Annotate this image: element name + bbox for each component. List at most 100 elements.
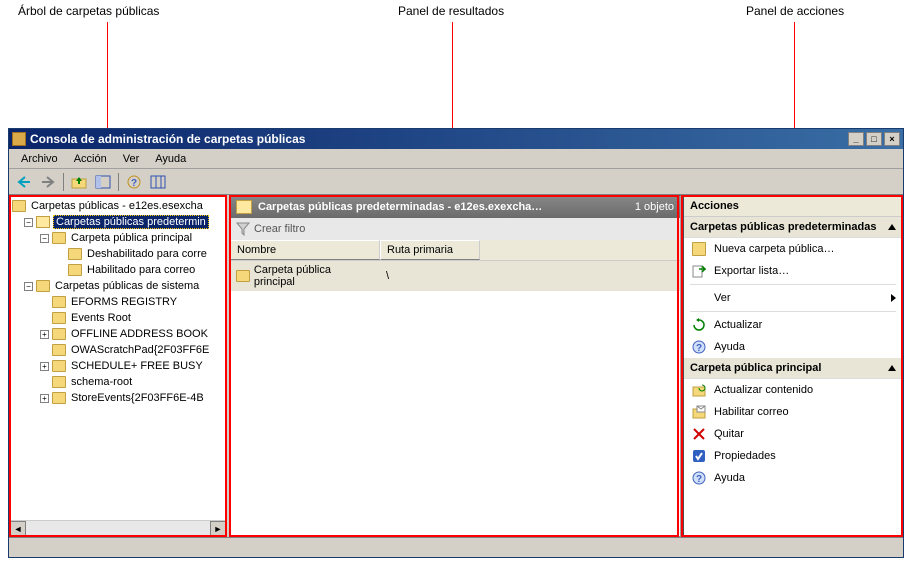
action-refresh-label: Actualizar <box>714 319 762 331</box>
new-folder-icon <box>692 242 706 256</box>
collapse-icon[interactable]: − <box>24 218 33 227</box>
properties-icon <box>692 449 706 463</box>
scroll-right-button[interactable]: ► <box>210 521 226 536</box>
result-row[interactable]: Carpeta pública principal \ <box>230 261 680 291</box>
forward-arrow-icon <box>41 176 55 188</box>
tree-oab[interactable]: + OFFLINE ADDRESS BOOK <box>12 326 224 342</box>
folder-icon <box>52 296 66 308</box>
filter-row[interactable]: Crear filtro <box>230 218 680 240</box>
tree-root-label: Carpetas públicas - e12es.esexcha <box>29 200 205 212</box>
toolbar: ? <box>9 169 903 195</box>
columns-button[interactable] <box>147 171 169 193</box>
menu-ayuda[interactable]: Ayuda <box>147 151 194 167</box>
tree-schedule[interactable]: + SCHEDULE+ FREE BUSY <box>12 358 224 374</box>
folder-icon <box>52 328 66 340</box>
forward-button[interactable] <box>37 171 59 193</box>
tree-pane-icon <box>95 175 111 189</box>
up-folder-icon <box>71 175 87 189</box>
action-ver[interactable]: Ver <box>684 287 902 309</box>
col-path[interactable]: Ruta primaria <box>380 240 480 260</box>
expand-icon[interactable]: + <box>40 330 49 339</box>
collapse-icon[interactable]: − <box>40 234 49 243</box>
collapse-arrow-icon <box>888 365 896 371</box>
tree-main-folder[interactable]: − Carpeta pública principal <box>12 230 224 246</box>
tree-mail-disabled[interactable]: Deshabilitado para corre <box>12 246 224 262</box>
action-enable-mail-label: Habilitar correo <box>714 406 789 418</box>
menu-ver[interactable]: Ver <box>115 151 148 167</box>
app-icon <box>12 132 26 146</box>
callout-results-line <box>452 22 453 130</box>
folder-open-icon <box>236 200 252 214</box>
action-new-folder[interactable]: Nueva carpeta pública… <box>684 238 902 260</box>
action-export-list[interactable]: Exportar lista… <box>684 260 902 282</box>
help-icon: ? <box>692 340 706 354</box>
collapse-arrow-icon <box>888 224 896 230</box>
back-button[interactable] <box>13 171 35 193</box>
menu-accion[interactable]: Acción <box>66 151 115 167</box>
actions-section-default[interactable]: Carpetas públicas predeterminadas <box>684 217 902 238</box>
action-remove[interactable]: Quitar <box>684 423 902 445</box>
tree-storeevents[interactable]: + StoreEvents{2F03FF6E-4B <box>12 390 224 406</box>
tree-main-folder-label: Carpeta pública principal <box>69 232 194 244</box>
tree-root[interactable]: Carpetas públicas - e12es.esexcha <box>12 198 224 214</box>
up-folder-button[interactable] <box>68 171 90 193</box>
tree-events-root[interactable]: Events Root <box>12 310 224 326</box>
submenu-arrow-icon <box>891 294 896 302</box>
filter-icon <box>236 222 250 236</box>
results-panel: Carpetas públicas predeterminadas - e12e… <box>229 195 681 537</box>
tree-owascratch[interactable]: OWAScratchPad{2F03FF6E <box>12 342 224 358</box>
callout-tree-label: Árbol de carpetas públicas <box>18 4 159 18</box>
folder-icon <box>12 200 26 212</box>
folder-icon <box>52 344 66 356</box>
action-new-folder-label: Nueva carpeta pública… <box>714 243 834 255</box>
folder-icon <box>68 264 82 276</box>
back-arrow-icon <box>17 176 31 188</box>
action-properties-label: Propiedades <box>714 450 776 462</box>
folder-icon <box>36 280 50 292</box>
toolbar-separator-2 <box>118 173 119 191</box>
action-refresh[interactable]: Actualizar <box>684 314 902 336</box>
collapse-icon[interactable]: − <box>24 282 33 291</box>
tree-default-folders-label: Carpetas públicas predetermin <box>53 215 209 229</box>
tree-mail-enabled[interactable]: Habilitado para correo <box>12 262 224 278</box>
col-name[interactable]: Nombre <box>230 240 380 260</box>
svg-text:?: ? <box>696 474 702 485</box>
expand-icon[interactable]: + <box>40 362 49 371</box>
action-properties[interactable]: Propiedades <box>684 445 902 467</box>
close-button[interactable]: × <box>884 132 900 146</box>
tree-system-folders-label: Carpetas públicas de sistema <box>53 280 201 292</box>
blank-icon <box>692 291 706 305</box>
callout-actions-line <box>794 22 795 130</box>
action-update-content[interactable]: Actualizar contenido <box>684 379 902 401</box>
action-enable-mail[interactable]: Habilitar correo <box>684 401 902 423</box>
scroll-left-button[interactable]: ◄ <box>10 521 26 536</box>
titlebar: Consola de administración de carpetas pú… <box>9 129 903 149</box>
actions-section2-label: Carpeta pública principal <box>690 362 821 374</box>
tree-default-folders[interactable]: − Carpetas públicas predetermin <box>12 214 224 230</box>
expand-icon[interactable]: + <box>40 394 49 403</box>
window-title: Consola de administración de carpetas pú… <box>30 132 305 146</box>
folder-icon <box>52 312 66 324</box>
action-help2-label: Ayuda <box>714 472 745 484</box>
actions-section1-label: Carpetas públicas predeterminadas <box>690 221 876 233</box>
menu-archivo[interactable]: Archivo <box>13 151 66 167</box>
tree-eforms-label: EFORMS REGISTRY <box>69 296 179 308</box>
tree-eforms[interactable]: EFORMS REGISTRY <box>12 294 224 310</box>
svg-text:?: ? <box>696 343 702 354</box>
tree-scrollbar[interactable]: ◄ ► <box>10 520 226 536</box>
results-count: 1 objeto <box>635 201 674 213</box>
action-help-1[interactable]: ? Ayuda <box>684 336 902 358</box>
tree-schema[interactable]: schema-root <box>12 374 224 390</box>
remove-icon <box>692 427 706 441</box>
action-help-2[interactable]: ? Ayuda <box>684 467 902 489</box>
actions-section-main[interactable]: Carpeta pública principal <box>684 358 902 379</box>
show-hide-tree-button[interactable] <box>92 171 114 193</box>
maximize-button[interactable]: □ <box>866 132 882 146</box>
callout-results-label: Panel de resultados <box>398 4 504 18</box>
help-button[interactable]: ? <box>123 171 145 193</box>
action-ver-label: Ver <box>714 292 731 304</box>
callout-actions-label: Panel de acciones <box>746 4 844 18</box>
minimize-button[interactable]: _ <box>848 132 864 146</box>
help-icon: ? <box>692 471 706 485</box>
tree-system-folders[interactable]: − Carpetas públicas de sistema <box>12 278 224 294</box>
